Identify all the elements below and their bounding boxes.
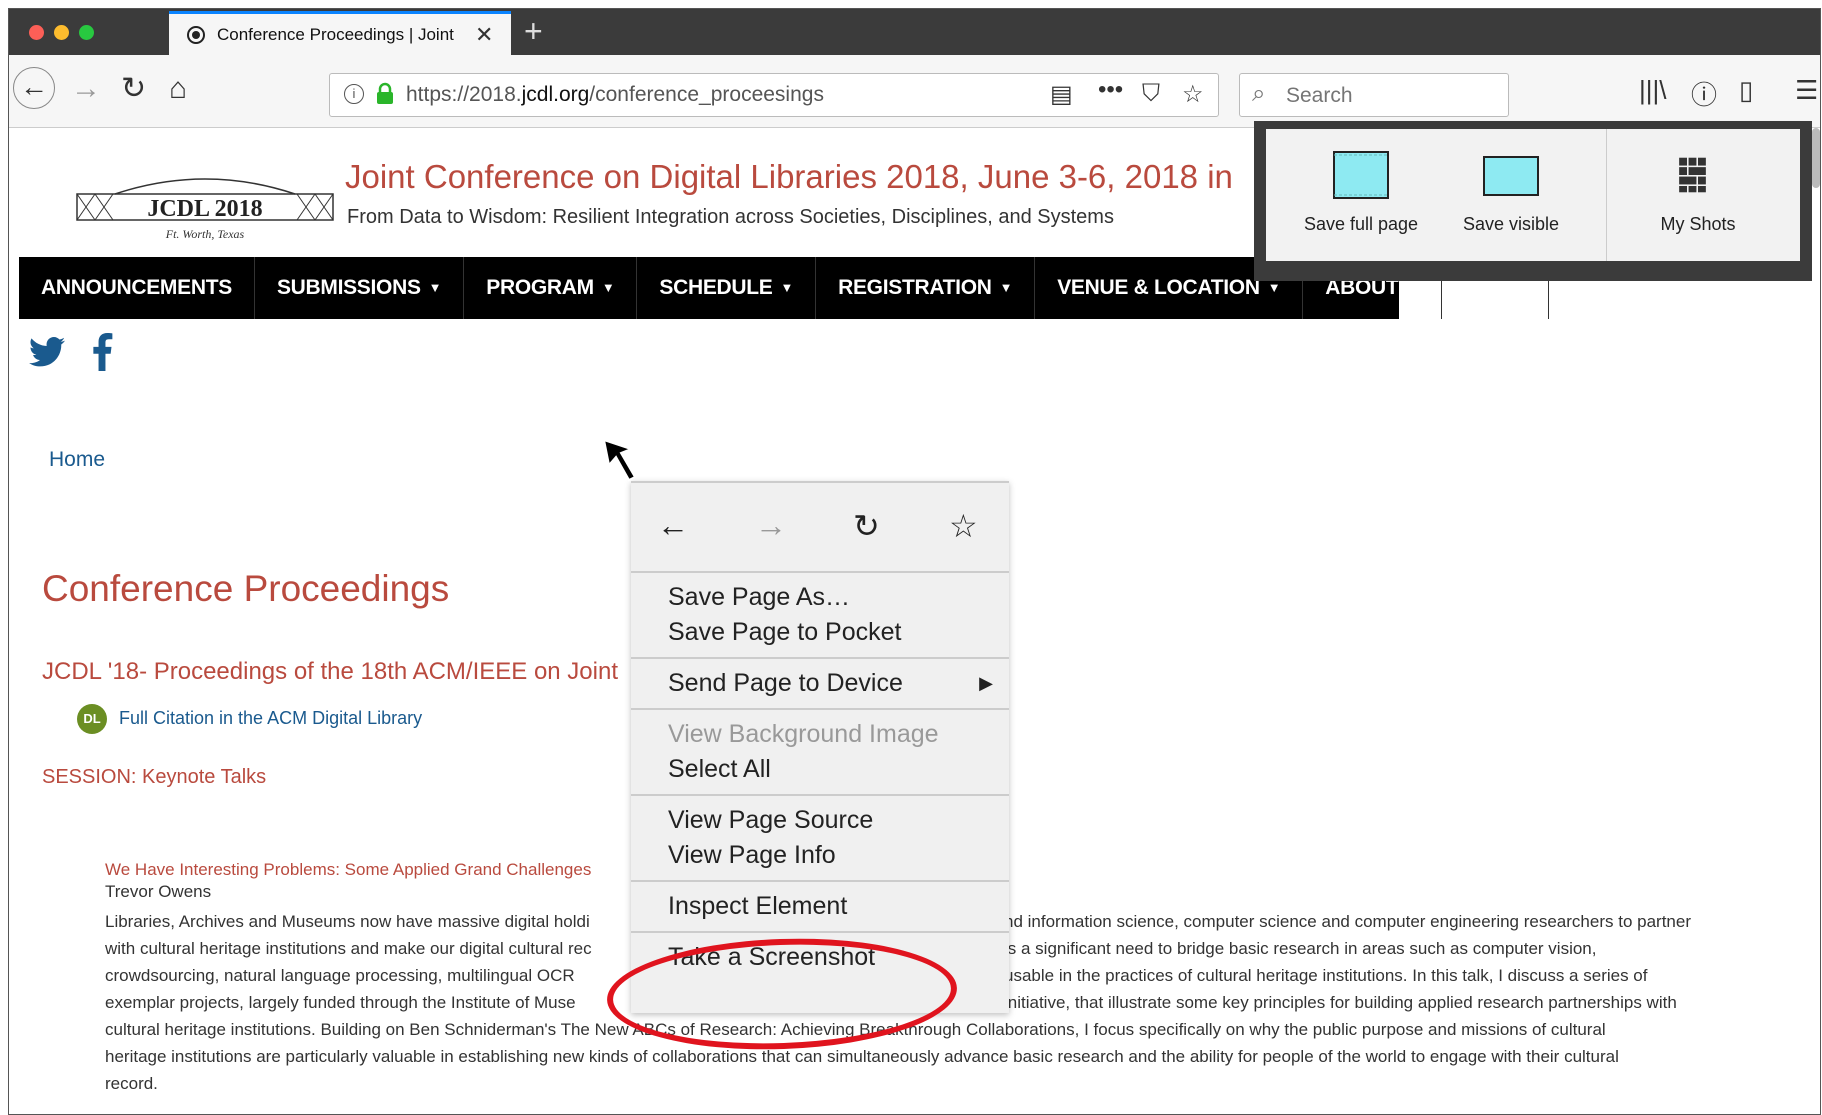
close-window-button[interactable] [29,25,44,40]
abstract-line: is a significant need to bridge basic re… [1004,939,1597,958]
full-citation-link[interactable]: Full Citation in the ACM Digital Library [119,708,422,729]
abstract-line: usable in the practices of cultural heri… [1004,966,1648,985]
caret-down-icon: ▼ [601,280,615,296]
zoom-window-button[interactable] [79,25,94,40]
nav-registration[interactable]: REGISTRATION ▼ [816,257,1036,319]
reload-icon[interactable]: ↻ [853,507,880,545]
caret-down-icon: ▼ [780,280,794,296]
sidebar-icon[interactable]: ▯ [1739,75,1753,106]
breadcrumb-home[interactable]: Home [49,448,105,472]
twitter-icon[interactable] [29,336,65,368]
session-heading: SESSION: Keynote Talks [42,766,267,788]
full-page-icon [1333,151,1389,199]
caret-down-icon: ▼ [428,280,442,296]
browser-window: Conference Proceedings | Joint ✕ + ← → ↻… [8,8,1821,1115]
bookmark-star-icon[interactable]: ☆ [1182,80,1204,109]
pocket-icon[interactable]: ⛉ [1142,80,1160,108]
screenshots-icon[interactable]: ⓘ [1691,75,1717,112]
menu-item-send-to-device[interactable]: Send Page to Device ▶ [631,666,1009,701]
lock-icon [377,82,393,104]
forward-button[interactable]: → [71,69,101,109]
my-shots-grid-icon [1679,157,1706,193]
nav-schedule[interactable]: SCHEDULE ▼ [637,257,817,319]
context-menu-nav: ← → ↻ ☆ [631,483,1009,573]
save-full-page-label: Save full page [1303,214,1419,234]
tab-bar: Conference Proceedings | Joint ✕ + [9,9,1820,55]
menu-group: Save Page As… Save Page to Pocket [631,573,1009,659]
caret-down-icon: ▼ [1406,280,1420,296]
menu-item-select-all[interactable]: Select All [631,752,1009,787]
url-text: https://2018.jcdl.org/conference_procees… [406,83,824,106]
new-tab-button[interactable]: + [524,13,543,50]
save-visible-button[interactable]: Save visible [1436,129,1586,261]
close-tab-icon[interactable]: ✕ [475,22,493,48]
library-icon[interactable]: |||\ [1639,75,1667,106]
submenu-arrow-icon: ▶ [979,673,993,693]
tab-title: Conference Proceedings | Joint [217,24,454,44]
talk-author: Trevor Owens [105,882,212,901]
site-favicon-icon [187,25,205,44]
menu-icon[interactable]: ☰ [1795,75,1818,106]
nav-announcements[interactable]: ANNOUNCEMENTS [19,257,255,319]
caret-down-icon: ▼ [999,280,1013,296]
menu-item-view-background-image: View Background Image [668,720,939,748]
abstract-right-fragments: nd information science, computer science… [1004,908,1691,1016]
caret-down-icon: ▼ [1267,280,1281,296]
back-button[interactable]: ← [13,67,55,109]
site-info-icon[interactable]: i [344,84,364,104]
minimize-window-button[interactable] [54,25,69,40]
menu-group: Inspect Element [631,882,1009,933]
menu-group: Send Page to Device ▶ [631,659,1009,710]
jcdl-logo[interactable]: JCDL 2018 Ft. Worth, Texas [75,172,335,244]
back-arrow-icon[interactable]: ← [657,507,689,544]
mouse-cursor-icon [602,438,637,482]
menu-group: View Page Source View Page Info [631,796,1009,882]
screenshots-options: Save full page Save visible My Shots [1266,129,1800,261]
page-actions-icon[interactable]: ••• [1098,76,1123,104]
abstract-line: initiative, that illustrate some key pri… [1004,993,1677,1012]
search-input[interactable] [1284,80,1498,112]
abstract-line: nd information science, computer science… [1004,912,1691,931]
save-visible-label: Save visible [1462,214,1560,234]
nav-submissions[interactable]: SUBMISSIONS ▼ [255,257,465,319]
social-links [29,328,114,373]
menu-group: View Background Image Select All [631,710,1009,796]
forward-arrow-icon[interactable]: → [755,507,787,544]
my-shots-button[interactable]: My Shots [1607,129,1789,261]
menu-item-inspect-element[interactable]: Inspect Element [631,889,1009,924]
facebook-icon[interactable] [90,333,114,372]
talk-title-link[interactable]: We Have Interesting Problems: Some Appli… [105,860,591,880]
svg-text:JCDL 2018: JCDL 2018 [147,196,262,222]
search-icon: ⌕ [1252,80,1266,107]
context-menu: ← → ↻ ☆ Save Page As… Save Page to Pocke… [631,481,1009,1013]
page-scrollbar[interactable] [1812,128,1820,188]
abstract-line: heritage institutions are particularly v… [105,1047,1619,1066]
navigation-toolbar: ← → ↻ ⌂ i https://2018.jcdl.org/conferen… [9,55,1820,128]
bookmark-star-icon[interactable]: ☆ [949,507,978,545]
url-bar[interactable]: i https://2018.jcdl.org/conference_proce… [329,73,1219,117]
reader-view-icon[interactable]: ▤ [1050,80,1073,109]
proceedings-link[interactable]: JCDL '18- Proceedings of the 18th ACM/IE… [42,658,618,686]
reload-button[interactable]: ↻ [121,69,146,109]
menu-item-save-to-pocket[interactable]: Save Page to Pocket [631,615,1009,650]
site-subtitle: From Data to Wisdom: Resilient Integrati… [347,206,1114,228]
menu-item-save-page-as[interactable]: Save Page As… [631,580,1009,615]
svg-text:Ft. Worth, Texas: Ft. Worth, Texas [165,227,245,241]
home-button[interactable]: ⌂ [169,69,187,109]
screenshots-panel: Save full page Save visible My Shots [1254,121,1812,281]
page-title: Conference Proceedings [42,568,450,609]
acm-dl-icon: DL [77,704,107,734]
nav-program[interactable]: PROGRAM ▼ [464,257,638,319]
active-tab[interactable]: Conference Proceedings | Joint ✕ [169,11,511,55]
main-navigation: ANNOUNCEMENTS SUBMISSIONS ▼ PROGRAM ▼ SCHE… [19,257,1549,319]
abstract-line: record. [105,1074,158,1093]
site-title[interactable]: Joint Conference on Digital Libraries 20… [345,158,1233,196]
search-bar[interactable]: ⌕ [1239,73,1509,117]
menu-item-view-page-source[interactable]: View Page Source [631,803,1009,838]
save-full-page-button[interactable]: Save full page [1286,129,1436,261]
visible-area-icon [1483,156,1539,196]
my-shots-label: My Shots [1660,214,1736,234]
menu-item-view-page-info[interactable]: View Page Info [631,838,1009,873]
